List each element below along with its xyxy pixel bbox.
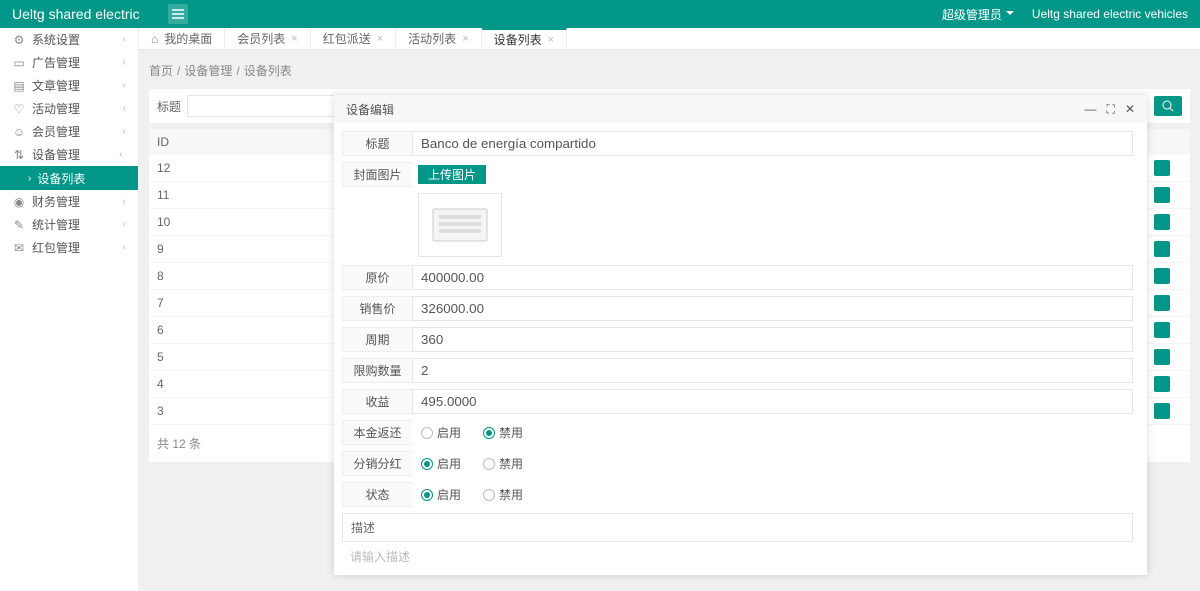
menu-toggle[interactable] [168, 4, 188, 24]
chevron-icon: ‹ [123, 126, 126, 137]
sidebar-sub-device-list[interactable]: ›设备列表 [0, 166, 138, 190]
sidebar: ⚙系统设置‹▭广告管理‹▤文章管理‹♡活动管理‹☺会员管理‹⇅设备管理⌄›设备列… [0, 28, 139, 591]
radio-principal-disable[interactable]: 禁用 [483, 424, 523, 441]
tab-close-icon[interactable]: × [377, 33, 383, 45]
sidebar-icon: ⚙ [12, 33, 26, 47]
sidebar-item-5[interactable]: ⇅设备管理⌄ [0, 143, 138, 166]
sidebar-item-0[interactable]: ⚙系统设置‹ [0, 28, 138, 51]
minimize-icon[interactable]: — [1085, 102, 1097, 117]
sidebar-icon: ◉ [12, 195, 26, 209]
row-action-button[interactable] [1154, 376, 1170, 392]
label-sale: 销售价 [342, 296, 412, 321]
sidebar-icon: ▤ [12, 79, 26, 93]
sidebar-icon: ▭ [12, 56, 26, 70]
sidebar-item-3[interactable]: ♡活动管理‹ [0, 97, 138, 120]
row-action-button[interactable] [1154, 187, 1170, 203]
tab-close-icon[interactable]: × [291, 33, 297, 45]
device-thumbnail-icon [425, 203, 495, 247]
tab-4[interactable]: 设备列表× [482, 28, 567, 49]
sidebar-icon: ♡ [12, 102, 26, 116]
tab-bar: ⌂我的桌面会员列表×红包派送×活动列表×设备列表× [139, 28, 1200, 50]
sidebar-icon: ✎ [12, 218, 26, 232]
input-title[interactable] [412, 131, 1133, 156]
sidebar-icon: ☺ [12, 125, 26, 139]
tab-close-icon[interactable]: × [548, 34, 554, 46]
desc-header: 描述 [342, 513, 1133, 542]
input-period[interactable] [412, 327, 1133, 352]
chevron-icon: ‹ [123, 80, 126, 91]
row-action-button[interactable] [1154, 160, 1170, 176]
sidebar-item-2[interactable]: ▤文章管理‹ [0, 74, 138, 97]
tab-0[interactable]: ⌂我的桌面 [139, 28, 225, 49]
row-action-button[interactable] [1154, 322, 1170, 338]
chevron-icon: ‹ [123, 219, 126, 230]
label-principal: 本金返还 [342, 420, 412, 445]
row-action-button[interactable] [1154, 349, 1170, 365]
edit-modal: 设备编辑 — ⛶ ✕ 标题 封面图片 上传图片 [334, 95, 1147, 575]
tab-close-icon[interactable]: × [462, 33, 468, 45]
label-origin: 原价 [342, 265, 412, 290]
row-action-button[interactable] [1154, 403, 1170, 419]
tab-3[interactable]: 活动列表× [396, 28, 481, 49]
radio-dividend: 启用 禁用 [412, 451, 1133, 476]
sidebar-item-6[interactable]: ◉财务管理‹ [0, 190, 138, 213]
radio-principal: 启用 禁用 [412, 420, 1133, 445]
label-dividend: 分销分红 [342, 451, 412, 476]
site-link[interactable]: Ueltg shared electric vehicles [1032, 7, 1188, 21]
label-period: 周期 [342, 327, 412, 352]
input-sale[interactable] [412, 296, 1133, 321]
input-origin[interactable] [412, 265, 1133, 290]
chevron-icon: ‹ [123, 103, 126, 114]
image-preview[interactable] [418, 193, 502, 257]
label-status: 状态 [342, 482, 412, 507]
close-icon[interactable]: ✕ [1125, 102, 1135, 117]
upload-button[interactable]: 上传图片 [418, 165, 486, 184]
modal-title: 设备编辑 [346, 101, 394, 118]
sidebar-item-1[interactable]: ▭广告管理‹ [0, 51, 138, 74]
row-action-button[interactable] [1154, 241, 1170, 257]
chevron-icon: ‹ [123, 57, 126, 68]
label-income: 收益 [342, 389, 412, 414]
row-action-button[interactable] [1154, 214, 1170, 230]
label-title: 标题 [342, 131, 412, 156]
brand-title: Ueltg shared electric [12, 6, 140, 22]
chevron-icon: ‹ [123, 242, 126, 253]
input-limit[interactable] [412, 358, 1133, 383]
search-label: 标题 [157, 98, 181, 115]
radio-dividend-disable[interactable]: 禁用 [483, 455, 523, 472]
home-icon: ⌂ [151, 32, 158, 46]
radio-principal-enable[interactable]: 启用 [421, 424, 461, 441]
sidebar-icon: ✉ [12, 241, 26, 255]
maximize-icon[interactable]: ⛶ [1107, 102, 1115, 117]
chevron-icon: ‹ [123, 34, 126, 45]
label-limit: 限购数量 [342, 358, 412, 383]
radio-status: 启用 禁用 [412, 482, 1133, 507]
breadcrumb: 首页/设备管理/设备列表 [149, 62, 1190, 79]
label-cover: 封面图片 [342, 162, 412, 187]
row-action-button[interactable] [1154, 295, 1170, 311]
chevron-icon: ‹ [123, 196, 126, 207]
sidebar-item-8[interactable]: ✉红包管理‹ [0, 236, 138, 259]
admin-dropdown[interactable]: 超级管理员 [942, 6, 1014, 23]
sidebar-icon: ⇅ [12, 148, 26, 162]
radio-dividend-enable[interactable]: 启用 [421, 455, 461, 472]
radio-status-disable[interactable]: 禁用 [483, 486, 523, 503]
row-action-button[interactable] [1154, 268, 1170, 284]
tab-1[interactable]: 会员列表× [225, 28, 310, 49]
search-icon [1162, 100, 1174, 112]
search-input[interactable] [187, 95, 357, 117]
input-income[interactable] [412, 389, 1133, 414]
desc-placeholder[interactable]: 请输入描述 [342, 542, 1133, 571]
radio-status-enable[interactable]: 启用 [421, 486, 461, 503]
tab-2[interactable]: 红包派送× [311, 28, 396, 49]
hamburger-icon [172, 9, 184, 19]
sidebar-item-7[interactable]: ✎统计管理‹ [0, 213, 138, 236]
chevron-icon: ⌄ [116, 150, 127, 158]
sidebar-item-4[interactable]: ☺会员管理‹ [0, 120, 138, 143]
search-button[interactable] [1154, 96, 1182, 116]
